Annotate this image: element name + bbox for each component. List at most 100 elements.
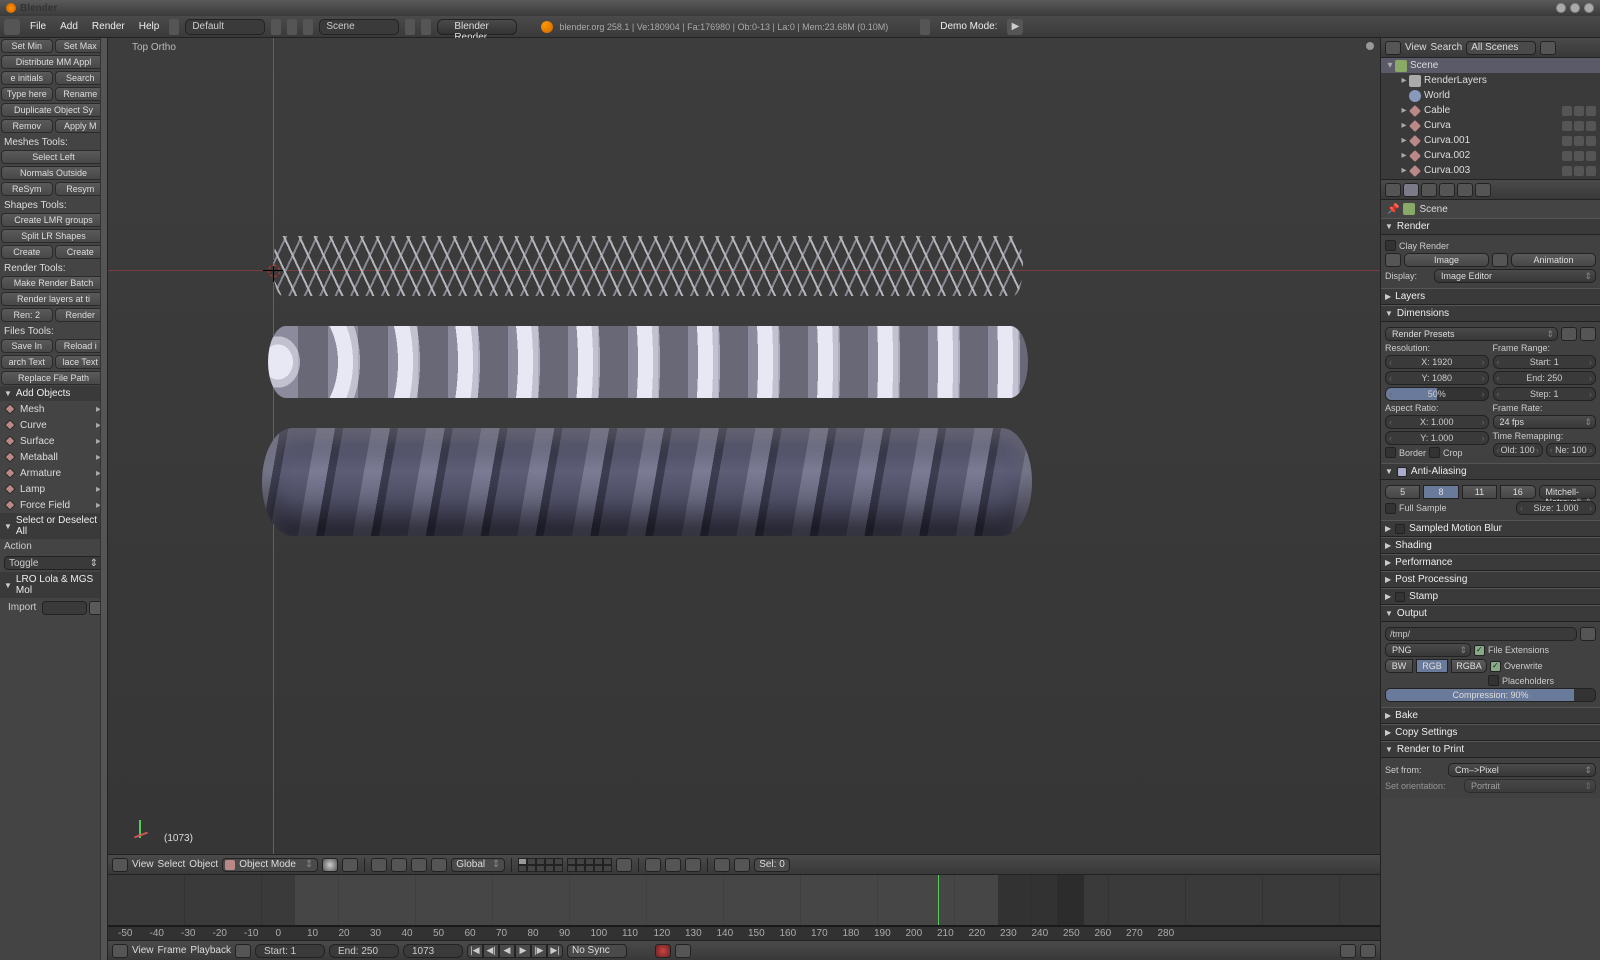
render-anim-icon[interactable] — [1492, 253, 1508, 267]
scene-name-field[interactable]: Scene — [319, 19, 399, 35]
tool-rename[interactable]: Rename — [55, 87, 107, 101]
tool-select-left[interactable]: Select Left — [1, 150, 106, 164]
editor-type-view3d-icon[interactable] — [112, 858, 128, 872]
add-metaball[interactable]: Metaball▸ — [0, 449, 107, 465]
layer-buttons[interactable] — [518, 858, 612, 872]
close-icon[interactable] — [1584, 3, 1594, 13]
tool-replace-file-path[interactable]: Replace File Path — [1, 371, 106, 385]
bw-button[interactable]: BW — [1385, 659, 1413, 673]
tool-create-lmr[interactable]: Create LMR groups — [1, 213, 106, 227]
file-ext-check[interactable] — [1474, 645, 1485, 656]
compression-slider[interactable]: Compression: 90% — [1385, 688, 1596, 702]
frame-end-field[interactable]: End: 250 — [1493, 371, 1597, 385]
aa-16[interactable]: 16 — [1500, 485, 1535, 499]
manipulator-toggle-icon[interactable] — [371, 858, 387, 872]
res-pct-slider[interactable]: 50% — [1385, 387, 1489, 401]
display-dropdown[interactable]: Image Editor — [1434, 269, 1596, 283]
marker-bind-icon[interactable] — [1360, 944, 1376, 958]
timeline-track[interactable] — [108, 875, 1380, 926]
aa-panel-header[interactable]: ▼Anti-Aliasing — [1381, 463, 1600, 480]
tool-initials[interactable]: e initials — [1, 71, 53, 85]
rgb-button[interactable]: RGB — [1416, 659, 1448, 673]
maximize-icon[interactable] — [1570, 3, 1580, 13]
render-tab-icon[interactable] — [1403, 183, 1419, 197]
demo-mode-icon[interactable] — [920, 19, 930, 35]
add-objects-header[interactable]: Add Objects — [0, 386, 107, 401]
editor-type-icon[interactable] — [4, 19, 20, 35]
aa-enable-check[interactable] — [1397, 467, 1407, 477]
aa-5[interactable]: 5 — [1385, 485, 1420, 499]
tool-set-max[interactable]: Set Max — [55, 39, 107, 53]
smb-panel-header[interactable]: ▶Sampled Motion Blur — [1381, 520, 1600, 537]
select-all-header[interactable]: Select or Deselect All — [0, 513, 107, 539]
lro-header[interactable]: LRO Lola & MGS Mol — [0, 572, 107, 598]
crop-check[interactable] — [1429, 447, 1440, 458]
use-preview-range-icon[interactable] — [235, 944, 251, 958]
jump-start-icon[interactable]: |◀ — [467, 944, 483, 958]
editor-type-props-icon[interactable] — [1385, 183, 1401, 197]
pivot-icon[interactable] — [342, 858, 358, 872]
clay-render-check[interactable] — [1385, 240, 1396, 251]
outliner-menu-search[interactable]: Search — [1431, 42, 1463, 53]
outliner-menu-view[interactable]: View — [1405, 42, 1427, 53]
outliner-item-renderlayers[interactable]: ▸RenderLayers — [1381, 73, 1600, 88]
preset-add-icon[interactable] — [1561, 327, 1577, 341]
delete-screen-icon[interactable] — [287, 19, 297, 35]
aa-8[interactable]: 8 — [1423, 485, 1458, 499]
tool-distribute[interactable]: Distribute MM Appl — [1, 55, 106, 69]
add-lamp[interactable]: Lamp▸ — [0, 481, 107, 497]
tool-make-render-batch[interactable]: Make Render Batch — [1, 276, 106, 290]
set-from-dropdown[interactable]: Cm–>Pixel — [1448, 763, 1596, 777]
stamp-panel-header[interactable]: ▶Stamp — [1381, 588, 1600, 605]
manipulator-translate-icon[interactable] — [391, 858, 407, 872]
outliner-item-curva-001[interactable]: ▸Curva.001 — [1381, 133, 1600, 148]
outliner-tree[interactable]: ▾Scene▸RenderLayersWorld▸Cable▸Curva▸Cur… — [1381, 58, 1600, 180]
render-image-icon[interactable] — [1385, 253, 1401, 267]
pin-icon[interactable]: 📌 — [1387, 204, 1399, 215]
shading-solid-icon[interactable] — [322, 858, 338, 872]
manipulator-scale-icon[interactable] — [431, 858, 447, 872]
tool-remove[interactable]: Remov — [1, 119, 53, 133]
tool-ren-num[interactable]: Ren: 2 — [1, 308, 53, 322]
smb-check[interactable] — [1395, 524, 1405, 534]
add-screen-icon[interactable] — [271, 19, 281, 35]
border-check[interactable] — [1385, 447, 1396, 458]
orientation-dropdown[interactable]: Global⇕ — [451, 858, 505, 872]
view3d-menu-select[interactable]: Select — [158, 859, 186, 870]
keyframe-prev-icon[interactable]: ◀| — [483, 944, 499, 958]
menu-help[interactable]: Help — [135, 19, 164, 34]
timeline-menu-frame[interactable]: Frame — [158, 945, 187, 956]
perf-panel-header[interactable]: ▶Performance — [1381, 554, 1600, 571]
copy-panel-header[interactable]: ▶Copy Settings — [1381, 724, 1600, 741]
add-mesh[interactable]: Mesh▸ — [0, 401, 107, 417]
mode-dropdown[interactable]: Object Mode⇕ — [222, 858, 318, 872]
output-panel-header[interactable]: ▼Output — [1381, 605, 1600, 622]
tool-search[interactable]: Search — [55, 71, 107, 85]
editor-type-timeline-icon[interactable] — [112, 944, 128, 958]
outliner-search-icon[interactable] — [1540, 41, 1556, 55]
fps-dropdown[interactable]: 24 fps — [1493, 415, 1597, 429]
preset-remove-icon[interactable] — [1580, 327, 1596, 341]
add-surface[interactable]: Surface▸ — [0, 433, 107, 449]
autokey-icon[interactable] — [655, 944, 671, 958]
play-reverse-icon[interactable]: ◀ — [499, 944, 515, 958]
aspect-y-field[interactable]: Y: 1.000 — [1385, 431, 1489, 445]
tool-resym-2[interactable]: Resym — [55, 182, 107, 196]
3d-viewport[interactable]: Top Ortho (1073) — [108, 38, 1380, 854]
properties-panel[interactable]: 📌 Scene ▼Render Clay Render Image Animat… — [1381, 200, 1600, 960]
sync-dropdown[interactable]: No Sync — [567, 944, 627, 958]
scene-browse-icon[interactable] — [303, 19, 313, 35]
tool-shape-create-1[interactable]: Create — [1, 245, 53, 259]
add-force-field[interactable]: Force Field▸ — [0, 497, 107, 513]
play-icon[interactable]: ▶ — [515, 944, 531, 958]
res-x-field[interactable]: X: 1920 — [1385, 355, 1489, 369]
world-tab-icon[interactable] — [1439, 183, 1455, 197]
full-sample-check[interactable] — [1385, 503, 1396, 514]
scene-tab-icon[interactable] — [1421, 183, 1437, 197]
aspect-x-field[interactable]: X: 1.000 — [1385, 415, 1489, 429]
old-field[interactable]: Old: 100 — [1493, 443, 1543, 457]
object-tab-icon[interactable] — [1457, 183, 1473, 197]
minimize-icon[interactable] — [1556, 3, 1566, 13]
delete-scene-icon[interactable] — [421, 19, 431, 35]
new-field[interactable]: Ne: 100 — [1546, 443, 1596, 457]
